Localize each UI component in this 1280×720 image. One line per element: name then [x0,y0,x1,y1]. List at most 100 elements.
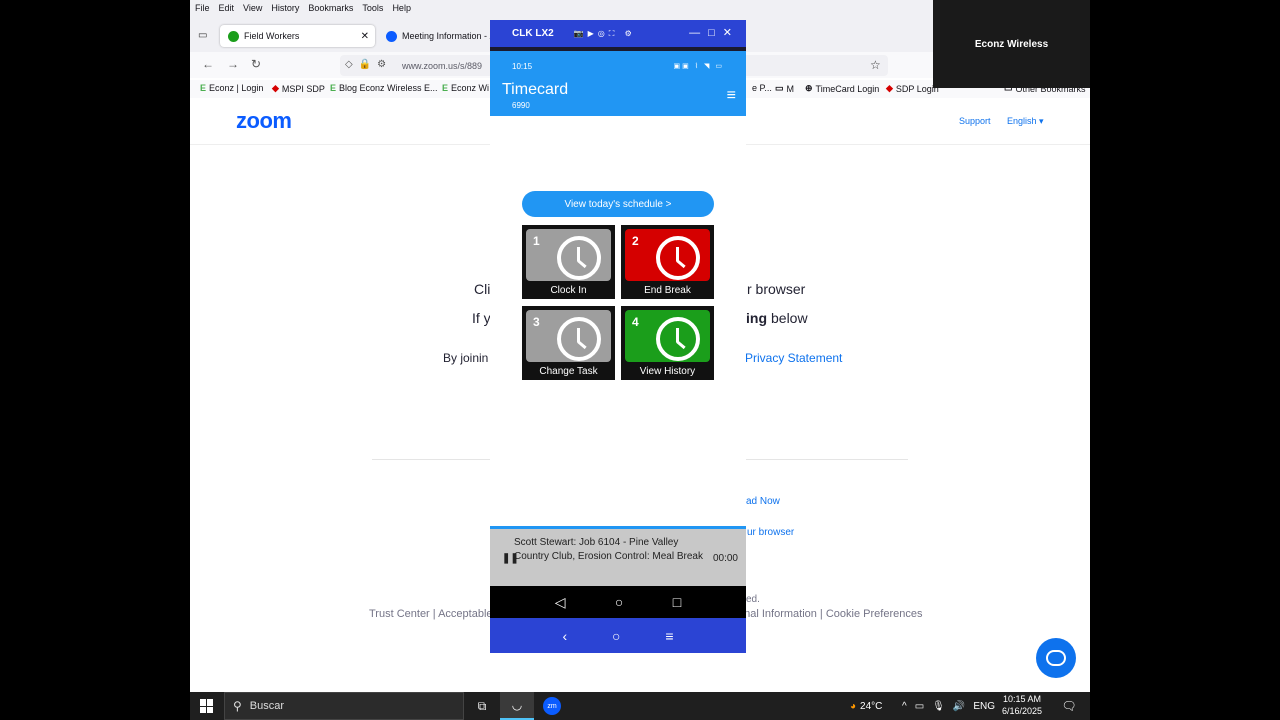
launch-text-left: Cli [474,281,491,297]
mirror-menu-icon[interactable]: ≡ [665,628,673,644]
bookmark-econz-wi[interactable]: E Econz Wi [442,83,489,93]
phone-window-titlebar[interactable]: CLK LX2 📷▶◎⛶ ⚙ —□✕ [490,20,746,47]
tile-number: 2 [632,234,639,248]
info-text-bold: ing [746,310,767,326]
participant-tile[interactable]: Econz Wireless [933,0,1090,88]
change-task-icon: 3 [526,310,611,362]
privacy-statement-link[interactable]: Privacy Statement [745,351,842,365]
bookmark-mspi-sdp[interactable]: ◆ MSPI SDP [272,83,325,94]
clock-in-icon: 1 [526,229,611,281]
language-select[interactable]: English ▾ [1007,116,1044,127]
job-timer: 00:00 [712,553,738,564]
tab-label: Meeting Information - Z [402,31,496,41]
url-text: www.zoom.us/s/889 [402,60,483,71]
android-back-icon[interactable]: ◁ [555,594,566,611]
footer-links-right[interactable]: onal Information | Cookie Preferences [738,608,922,620]
tray-chevron-icon[interactable]: ^ [902,701,907,712]
microphone-icon[interactable]: 🎙 [932,701,945,712]
launch-text-right: r browser [747,281,806,297]
hamburger-menu-icon[interactable]: ≡ [727,87,736,105]
bookmark-label: e P... [752,83,772,93]
phone-window-title: CLK LX2 [512,28,554,39]
participant-name: Econz Wireless [974,38,1049,50]
bookmark-star-icon[interactable]: ☆ [870,58,881,72]
menu-edit[interactable]: Edit [219,3,235,13]
bookmark-folder-m[interactable]: ▭ M [775,83,794,94]
language-indicator[interactable]: ENG [973,701,995,712]
tab-close-icon[interactable]: ✕ [361,31,369,42]
tile-label: View History [639,366,696,377]
bookmark-e-p[interactable]: e P... [752,83,772,93]
android-recents-icon[interactable]: □ [673,594,681,610]
tab-field-workers[interactable]: Field Workers ✕ [220,25,375,47]
join-browser-link[interactable]: ur browser [747,527,794,538]
clock-in-tile[interactable]: 1 Clock In [522,225,615,299]
view-history-icon: 4 [625,310,710,362]
menu-tools[interactable]: Tools [362,3,383,13]
tab-label: Field Workers [244,31,300,41]
system-tray-icons[interactable]: ^ ▭ 🎙 🔊 ENG [902,692,995,720]
tile-number: 3 [533,315,540,329]
terms-text-left: By joinin [443,351,489,365]
bookmark-label: M [786,83,795,94]
app-title: Timecard [502,81,569,98]
network-icon[interactable]: ▭ [915,701,924,712]
timecard-app-bar: Timecard 6990 ≡ [490,81,746,116]
menu-file[interactable]: File [195,3,210,13]
tile-label: End Break [644,285,691,296]
windows-start-icon[interactable] [200,699,214,713]
windows-taskbar: ⚲ Buscar ⧉ ◡ zm ◕ 24°C ^ ▭ 🎙 🔊 ENG 10:15… [190,692,1090,720]
menu-history[interactable]: History [271,3,299,13]
bookmark-sdp-login[interactable]: ◆ SDP Login [886,83,939,94]
phone-toolbar-icons[interactable]: 📷▶◎⛶ ⚙ [574,29,636,39]
forward-arrow-icon[interactable]: → [227,57,239,71]
view-schedule-button[interactable]: View today's schedule > [522,191,714,217]
footer-links-left[interactable]: Trust Center | Acceptable U [369,608,504,620]
back-arrow-icon[interactable]: ← [202,57,214,71]
download-now-link[interactable]: ad Now [746,496,780,507]
weather-temp: 24°C [860,700,883,712]
mirror-home-icon[interactable]: ○ [612,628,620,644]
signal-battery-icon: ▣▣ ⌇ ◥ ▭ [673,63,724,70]
info-text-left: If y [472,310,491,326]
copyright-text: ed. [746,594,760,605]
tab-meeting-information[interactable]: Meeting Information - Z [386,25,495,47]
bookmark-label: Econz Wi [451,83,490,93]
menu-help[interactable]: Help [392,3,411,13]
volume-icon[interactable]: 🔊 [953,701,965,712]
phone-status-time: 10:15 [512,61,533,71]
menu-bookmarks[interactable]: Bookmarks [308,3,353,13]
tab-list-icon[interactable]: ▭ [198,30,207,41]
task-view-icon[interactable]: ⧉ [465,692,499,720]
taskbar-date: 6/16/2025 [1002,706,1043,716]
mirror-back-icon[interactable]: ‹ [562,628,567,644]
bookmark-econz-login[interactable]: E Econz | Login [200,83,263,93]
weather-widget[interactable]: ◕ 24°C [850,692,882,720]
menu-view[interactable]: View [243,3,262,13]
tile-number: 1 [533,234,540,248]
android-nav-bar: ◁ ○ □ [490,586,746,618]
job-description: Scott Stewart: Job 6104 - Pine Valley Co… [514,537,703,562]
bookmark-blog-econz[interactable]: E Blog Econz Wireless E... [330,83,438,93]
window-controls-icon[interactable]: —□✕ [689,26,740,39]
taskbar-search[interactable]: ⚲ Buscar [224,692,464,720]
change-task-tile[interactable]: 3 Change Task [522,306,615,380]
notifications-icon[interactable]: 🗨 [1052,692,1086,720]
current-job-banner[interactable]: ❚❚ Scott Stewart: Job 6104 - Pine Valley… [490,526,746,586]
mirror-nav-bar: ‹ ○ ≡ [490,618,746,653]
security-lock-icon[interactable]: ◇🔒⚙ [345,59,392,70]
globe-icon: ⊕ [805,83,813,93]
android-home-icon[interactable]: ○ [615,594,623,610]
reload-icon[interactable]: ↻ [251,57,261,71]
zoom-logo[interactable]: zoom [236,108,292,134]
econz-icon: E [442,83,449,93]
view-history-tile[interactable]: 4 View History [621,306,714,380]
end-break-tile[interactable]: 2 End Break [621,225,714,299]
taskbar-clock[interactable]: 10:15 AM 6/16/2025 [1002,693,1042,717]
support-link[interactable]: Support [959,116,991,126]
chat-support-button[interactable] [1036,638,1076,678]
bookmark-timecard-login[interactable]: ⊕ TimeCard Login [805,83,879,94]
taskbar-time: 10:15 AM [1003,694,1042,704]
zoom-taskbar-icon[interactable]: zm [535,692,569,720]
taskbar-app-icon[interactable]: ◡ [500,692,534,720]
